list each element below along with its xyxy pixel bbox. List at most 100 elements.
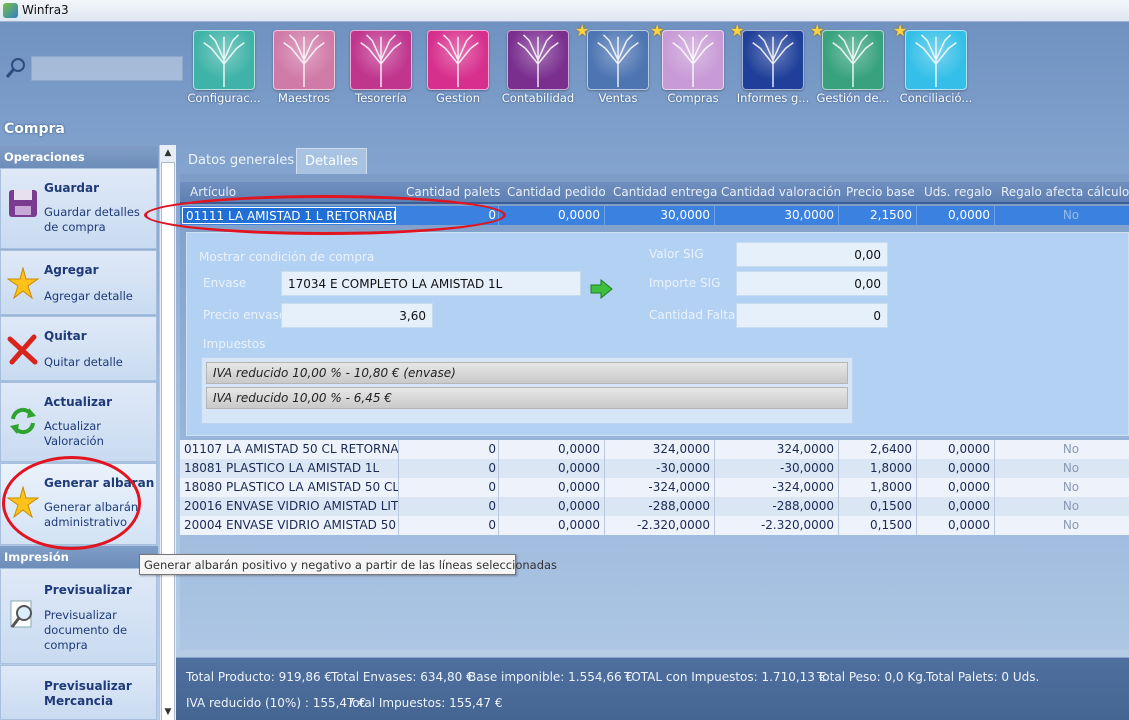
search-icon[interactable] (4, 56, 28, 80)
favorite-star-icon[interactable]: ★ (810, 23, 826, 39)
cell-precio: 2,1500 (870, 208, 912, 222)
col-cantidad-entrega[interactable]: Cantidad entrega (613, 185, 718, 199)
table-row[interactable]: 18080 PLASTICO LA AMISTAD 50 CL 0 0,0000 -3… (180, 478, 1129, 497)
favorite-star-icon[interactable]: ★ (893, 23, 909, 39)
cell-articulo: 18080 PLASTICO LA AMISTAD 50 CL (184, 480, 398, 494)
total-impuestos: Total Impuestos: 155,47 € (347, 696, 503, 710)
module-tile[interactable] (587, 30, 649, 90)
favorite-star-icon[interactable]: ★ (730, 23, 746, 39)
previsualizar-button[interactable]: Previsualizar Previsualizar documento de… (0, 568, 157, 664)
quitar-button[interactable]: Quitar Quitar detalle (0, 316, 157, 381)
cell-regalo: 0,0000 (948, 208, 990, 222)
module-label[interactable]: Tesorería (340, 91, 422, 105)
valor-sig-field[interactable]: 0,00 (736, 242, 888, 267)
cell-regalo: 0,0000 (948, 518, 990, 532)
cell-entrega: -288,0000 (648, 499, 710, 513)
tab-datos-generales[interactable]: Datos generales (180, 148, 302, 174)
module-label[interactable]: Gestion (417, 91, 499, 105)
col-articulo[interactable]: Artículo (190, 185, 236, 199)
precio-envase-field[interactable]: 3,60 (281, 303, 433, 328)
impuesto-item[interactable]: IVA reducido 10,00 % - 6,45 € (206, 387, 848, 409)
search-input[interactable] (31, 56, 183, 81)
window-title: Winfra3 (22, 3, 69, 17)
table-row[interactable]: 20016 ENVASE VIDRIO AMISTAD LITRO 0 0,0000… (180, 497, 1129, 516)
module-label[interactable]: Informes g... (732, 91, 814, 105)
tree-icon (437, 34, 479, 88)
table-row[interactable]: 20004 ENVASE VIDRIO AMISTAD 50 CL. 0 0,000… (180, 516, 1129, 535)
sidebar-scrollbar[interactable]: ▲ ▼ (159, 145, 176, 720)
go-arrow-icon[interactable] (589, 279, 613, 299)
save-icon (9, 190, 37, 217)
tab-detalles[interactable]: Detalles (296, 148, 368, 174)
tree-icon (915, 34, 957, 88)
module-tile[interactable] (662, 30, 724, 90)
totals-bar: Total Producto: 919,86 € Total Envases: … (176, 657, 1129, 720)
module-label[interactable]: Compras (652, 91, 734, 105)
cell-palets: 0 (488, 480, 496, 494)
col-cantidad-valoracion[interactable]: Cantidad valoración (721, 185, 841, 199)
annotation-ellipse (2, 456, 141, 550)
cell-precio: 1,8000 (870, 461, 912, 475)
previsualizar-subtitle: Previsualizar documento de compra (44, 608, 128, 652)
col-regalo-afecta[interactable]: Regalo afecta cálculo co (1001, 185, 1129, 199)
module-label[interactable]: Contabilidad (497, 91, 579, 105)
envase-field[interactable]: 17034 E COMPLETO LA AMISTAD 1L (281, 271, 581, 296)
module-label[interactable]: Gestión de... (812, 91, 894, 105)
annotation-ellipse (144, 195, 506, 235)
cell-entrega: 324,0000 (652, 442, 710, 456)
agregar-button[interactable]: Agregar Agregar detalle (0, 250, 157, 315)
scroll-down-icon[interactable]: ▼ (160, 704, 176, 720)
module-label[interactable]: Maestros (263, 91, 345, 105)
col-uds-regalo[interactable]: Uds. regalo (924, 185, 992, 199)
module-label[interactable]: Conciliació... (895, 91, 977, 105)
col-precio-base[interactable]: Precio base (846, 185, 915, 199)
total-peso: Total Peso: 0,0 Kg. (817, 670, 927, 684)
cell-regalo: 0,0000 (948, 461, 990, 475)
actualizar-button[interactable]: Actualizar Actualizar Valoración (0, 382, 157, 462)
module-tile[interactable] (822, 30, 884, 90)
col-cantidad-pedido[interactable]: Cantidad pedido (507, 185, 606, 199)
guardar-title: Guardar (44, 181, 100, 195)
cell-pedido: 0,0000 (558, 480, 600, 494)
impuesto-item[interactable]: IVA reducido 10,00 % - 10,80 € (envase) (206, 362, 848, 384)
cell-precio: 2,6400 (870, 442, 912, 456)
module-label[interactable]: Ventas (577, 91, 659, 105)
star-icon (7, 267, 39, 299)
importe-sig-field[interactable]: 0,00 (736, 271, 888, 296)
cell-palets: 0 (488, 461, 496, 475)
title-bar: Winfra3 (0, 0, 1129, 22)
module-tile[interactable] (905, 30, 967, 90)
cross-icon (7, 334, 38, 365)
cell-articulo: 01107 LA AMISTAD 50 CL RETORNABLE (184, 442, 398, 456)
col-cantidad-palets[interactable]: Cantidad palets (406, 185, 500, 199)
module-tile[interactable] (273, 30, 335, 90)
precio-envase-label: Precio envase (203, 308, 287, 322)
previsualizar-mercancia-button[interactable]: Previsualizar Mercancia (0, 665, 157, 720)
favorite-star-icon[interactable]: ★ (650, 23, 666, 39)
module-tile[interactable] (507, 30, 569, 90)
actualizar-subtitle: Actualizar Valoración (44, 419, 104, 448)
cell-afecta: No (1062, 442, 1080, 456)
scroll-thumb[interactable] (161, 162, 175, 720)
cell-precio: 0,1500 (870, 499, 912, 513)
magnifier-icon (10, 600, 32, 628)
cell-regalo: 0,0000 (948, 480, 990, 494)
table-row[interactable]: 01107 LA AMISTAD 50 CL RETORNABLE 0 0,0000… (180, 440, 1129, 459)
table-row[interactable]: 18081 PLASTICO LA AMISTAD 1L 0 0,0000 -30,0… (180, 459, 1129, 478)
guardar-button[interactable]: Guardar Guardar detalles de compra (0, 168, 157, 249)
refresh-icon (10, 407, 36, 435)
module-tile[interactable] (350, 30, 412, 90)
cell-palets: 0 (488, 499, 496, 513)
cantidad-faltas-field[interactable]: 0 (736, 303, 888, 328)
favorite-star-icon[interactable]: ★ (575, 23, 591, 39)
mostrar-condicion-link[interactable]: Mostrar condición de compra (199, 250, 374, 264)
cell-afecta: No (1062, 499, 1080, 513)
importe-sig-label: Importe SIG (649, 276, 721, 290)
module-tile[interactable] (427, 30, 489, 90)
cell-afecta: No (1062, 208, 1080, 222)
module-label[interactable]: Configurac... (183, 91, 265, 105)
module-tile[interactable] (742, 30, 804, 90)
guardar-subtitle: Guardar detalles de compra (44, 205, 140, 234)
scroll-up-icon[interactable]: ▲ (160, 145, 176, 161)
module-tile[interactable] (193, 30, 255, 90)
